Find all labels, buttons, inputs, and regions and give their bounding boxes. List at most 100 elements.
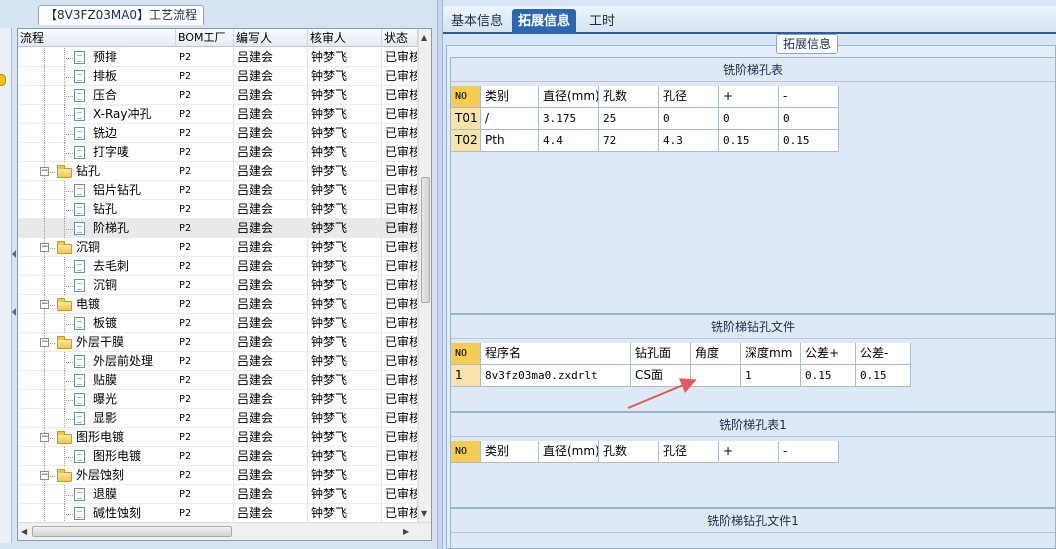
- tree-node-label[interactable]: 沉铜: [93, 276, 117, 295]
- tree-row[interactable]: 沉铜 P2 吕建会 钟梦飞 已审核: [18, 276, 418, 295]
- tree-node-label[interactable]: 退膜: [93, 485, 117, 504]
- tree-node-label[interactable]: 预排: [93, 48, 117, 67]
- tree-row[interactable]: 钻孔 P2 吕建会 钟梦飞 已审核: [18, 200, 418, 219]
- tree-row[interactable]: 去毛刺 P2 吕建会 钟梦飞 已审核: [18, 257, 418, 276]
- table-cell[interactable]: T02: [451, 130, 481, 152]
- table-cell[interactable]: 4.4: [539, 130, 599, 152]
- tree-node-label[interactable]: 压合: [93, 86, 117, 105]
- table-cell[interactable]: 0: [719, 108, 779, 130]
- tree-node-label[interactable]: 外层干膜: [76, 333, 124, 352]
- tree-row[interactable]: 铝片钻孔 P2 吕建会 钟梦飞 已审核: [18, 181, 418, 200]
- table-cell[interactable]: 1: [741, 365, 801, 387]
- table-cell[interactable]: 4.3: [659, 130, 719, 152]
- tree-row[interactable]: 曝光 P2 吕建会 钟梦飞 已审核: [18, 390, 418, 409]
- tree-row[interactable]: − 外层干膜 P2 吕建会 钟梦飞 已审核: [18, 333, 418, 352]
- column-header-status[interactable]: 状态: [382, 29, 418, 47]
- collapse-toggle-icon[interactable]: −: [40, 338, 49, 347]
- tree-row[interactable]: 贴膜 P2 吕建会 钟梦飞 已审核: [18, 371, 418, 390]
- table-cell[interactable]: 72: [599, 130, 659, 152]
- document-icon: [74, 127, 85, 140]
- tree-node-label[interactable]: 图形电镀: [93, 447, 141, 466]
- tree-node-label[interactable]: 板镀: [93, 314, 117, 333]
- tree-cell: 阶梯孔: [18, 219, 176, 238]
- horizontal-scroll-thumb[interactable]: [32, 526, 232, 537]
- table-cell[interactable]: 0: [779, 108, 839, 130]
- tree-row[interactable]: 铣边 P2 吕建会 钟梦飞 已审核: [18, 124, 418, 143]
- vertical-scroll-thumb[interactable]: [421, 177, 430, 303]
- table-cell[interactable]: 0.15: [801, 365, 856, 387]
- tree-row[interactable]: − 电镀 P2 吕建会 钟梦飞 已审核: [18, 295, 418, 314]
- tree-node-label[interactable]: 外层蚀刻: [76, 466, 124, 485]
- tree-row[interactable]: 显影 P2 吕建会 钟梦飞 已审核: [18, 409, 418, 428]
- table-cell[interactable]: Pth: [481, 130, 539, 152]
- tree-row[interactable]: − 外层蚀刻 P2 吕建会 钟梦飞 已审核: [18, 466, 418, 485]
- tree-row[interactable]: − 沉铜 P2 吕建会 钟梦飞 已审核: [18, 238, 418, 257]
- collapse-toggle-icon[interactable]: −: [40, 300, 49, 309]
- tree-node-label[interactable]: 电镀: [76, 295, 100, 314]
- table-cell[interactable]: 0.15: [779, 130, 839, 152]
- tree-node-label[interactable]: 阶梯孔: [93, 219, 129, 238]
- scroll-left-icon[interactable]: ◀: [21, 527, 27, 537]
- tree-row[interactable]: 压合 P2 吕建会 钟梦飞 已审核: [18, 86, 418, 105]
- tree-node-label[interactable]: 图形电镀: [76, 428, 124, 447]
- table-cell[interactable]: 0.15: [719, 130, 779, 152]
- tree-node-label[interactable]: 铝片钻孔: [93, 181, 141, 200]
- column-header-flow[interactable]: 流程: [18, 29, 176, 47]
- table-cell[interactable]: 0: [659, 108, 719, 130]
- scroll-right-icon[interactable]: ▶: [403, 527, 409, 537]
- tree-node-label[interactable]: 碱性蚀刻: [93, 504, 141, 523]
- tree-node-label[interactable]: 打字唛: [93, 143, 129, 162]
- tree-row[interactable]: 退膜 P2 吕建会 钟梦飞 已审核: [18, 485, 418, 504]
- horizontal-scrollbar[interactable]: ◀ ▶: [18, 522, 431, 540]
- tree-node-label[interactable]: 去毛刺: [93, 257, 129, 276]
- table-cell[interactable]: 3.175: [539, 108, 599, 130]
- table-cell[interactable]: T01: [451, 108, 481, 130]
- tree-node-label[interactable]: 铣边: [93, 124, 117, 143]
- tree-row[interactable]: 图形电镀 P2 吕建会 钟梦飞 已审核: [18, 447, 418, 466]
- table-cell[interactable]: 25: [599, 108, 659, 130]
- table-cell[interactable]: CS面: [631, 365, 691, 387]
- tree-row[interactable]: 外层前处理 P2 吕建会 钟梦飞 已审核: [18, 352, 418, 371]
- tree-row[interactable]: X-Ray冲孔 P2 吕建会 钟梦飞 已审核: [18, 105, 418, 124]
- table-cell[interactable]: 8v3fz03ma0.zxdrlt: [481, 365, 631, 387]
- collapse-toggle-icon[interactable]: −: [40, 167, 49, 176]
- tree-row[interactable]: 碱性蚀刻 P2 吕建会 钟梦飞 已审核: [18, 504, 418, 523]
- tree-guide-line: [44, 485, 45, 504]
- tree-row[interactable]: 打字唛 P2 吕建会 钟梦飞 已审核: [18, 143, 418, 162]
- tree-node-label[interactable]: 钻孔: [93, 200, 117, 219]
- tree-node-label[interactable]: 曝光: [93, 390, 117, 409]
- tree-node-label[interactable]: 显影: [93, 409, 117, 428]
- table-cell[interactable]: 1: [451, 365, 481, 387]
- table-cell[interactable]: [691, 365, 741, 387]
- collapse-toggle-icon[interactable]: −: [40, 243, 49, 252]
- collapse-left-icon-2[interactable]: [12, 308, 16, 316]
- collapse-toggle-icon[interactable]: −: [40, 433, 49, 442]
- document-icon: [74, 108, 85, 121]
- tree-row[interactable]: 预排 P2 吕建会 钟梦飞 已审核: [18, 48, 418, 67]
- tab-basic-info[interactable]: 基本信息: [445, 9, 509, 34]
- collapse-toggle-icon[interactable]: −: [40, 471, 49, 480]
- tab-extended-info[interactable]: 拓展信息: [512, 9, 577, 34]
- tree-row[interactable]: 阶梯孔 P2 吕建会 钟梦飞 已审核: [18, 219, 418, 238]
- column-header-writer[interactable]: 编写人: [234, 29, 308, 47]
- scroll-down-icon[interactable]: ▼: [421, 509, 427, 519]
- tree-node-label[interactable]: X-Ray冲孔: [93, 105, 151, 124]
- tree-node-label[interactable]: 沉铜: [76, 238, 100, 257]
- tree-node-label[interactable]: 钻孔: [76, 162, 100, 181]
- tree-node-label[interactable]: 外层前处理: [93, 352, 153, 371]
- table-cell[interactable]: /: [481, 108, 539, 130]
- tree-node-label[interactable]: 贴膜: [93, 371, 117, 390]
- tree-row[interactable]: − 图形电镀 P2 吕建会 钟梦飞 已审核: [18, 428, 418, 447]
- vertical-scrollbar[interactable]: ▲ ▼: [418, 29, 431, 522]
- tree-row[interactable]: 板镀 P2 吕建会 钟梦飞 已审核: [18, 314, 418, 333]
- tree-row[interactable]: 排板 P2 吕建会 钟梦飞 已审核: [18, 67, 418, 86]
- tab-work-hours[interactable]: 工时: [583, 9, 621, 34]
- tree-row[interactable]: − 钻孔 P2 吕建会 钟梦飞 已审核: [18, 162, 418, 181]
- process-tree-grid[interactable]: 流程 BOM工厂 编写人 核审人 状态 预排 P2 吕建会 钟梦飞 已审核 排板 P2 吕建会…: [17, 28, 432, 541]
- scroll-up-icon[interactable]: ▲: [421, 33, 427, 43]
- tree-node-label[interactable]: 排板: [93, 67, 117, 86]
- column-header-reviewer[interactable]: 核审人: [308, 29, 382, 47]
- collapse-left-icon[interactable]: [12, 250, 16, 258]
- table-cell[interactable]: 0.15: [856, 365, 911, 387]
- column-header-bom[interactable]: BOM工厂: [176, 29, 234, 47]
